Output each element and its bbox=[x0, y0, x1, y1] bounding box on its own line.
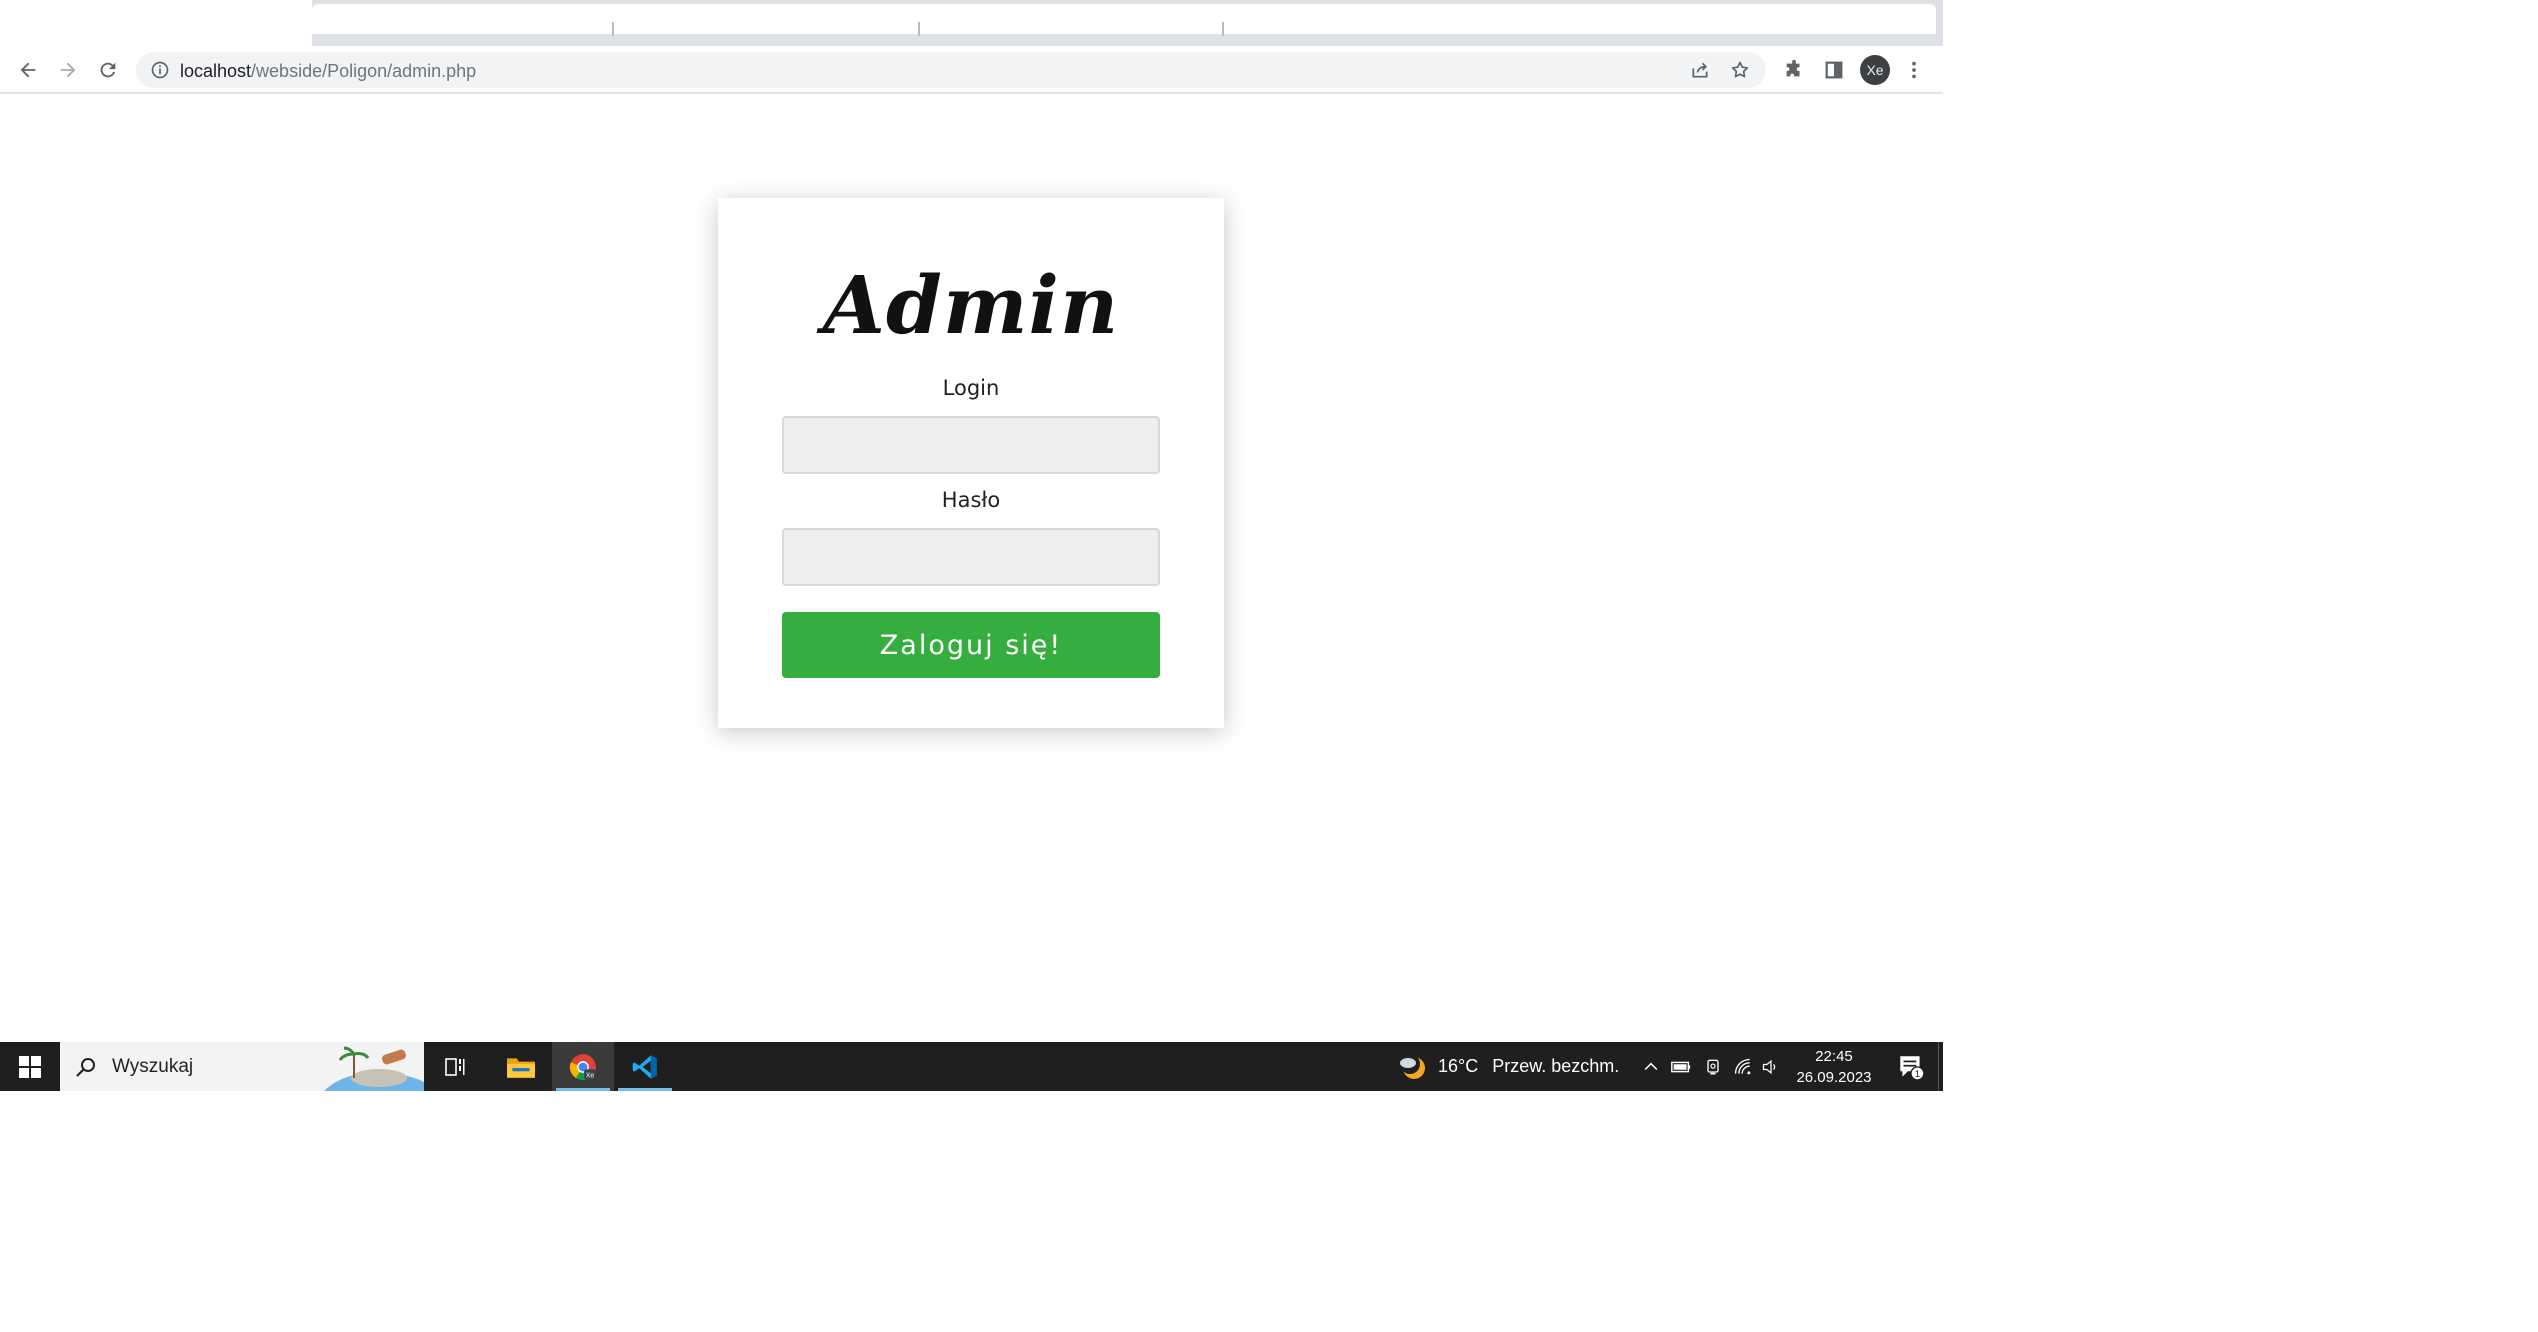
svg-text:Xe: Xe bbox=[586, 1072, 595, 1079]
tab-separator bbox=[1222, 22, 1224, 36]
tab-strip-edge bbox=[1936, 0, 1943, 46]
task-view-icon bbox=[445, 1057, 465, 1076]
show-desktop-button[interactable] bbox=[1938, 1042, 1943, 1091]
share-button[interactable] bbox=[1688, 58, 1712, 82]
weather-widget[interactable]: 16°C Przew. bezchm. bbox=[1396, 1042, 1619, 1091]
url-host: localhost bbox=[180, 61, 252, 81]
page-viewport: Admin Login Hasło Zaloguj się! bbox=[0, 96, 1943, 1042]
bookmark-button[interactable] bbox=[1728, 58, 1752, 82]
arrow-right-icon bbox=[60, 62, 76, 78]
windows-icon bbox=[19, 1055, 41, 1078]
reload-icon bbox=[100, 62, 116, 78]
tab-strip bbox=[0, 0, 1943, 46]
tab-separator bbox=[612, 22, 614, 36]
volume-icon bbox=[1762, 1059, 1776, 1075]
clock-time: 22:45 bbox=[1815, 1048, 1853, 1065]
menu-button[interactable] bbox=[1898, 54, 1930, 86]
vscode-icon bbox=[632, 1054, 657, 1079]
vscode-taskbar-button[interactable] bbox=[614, 1042, 676, 1091]
star-icon bbox=[1731, 61, 1749, 78]
share-icon bbox=[1692, 62, 1708, 78]
notification-count: 1 bbox=[1915, 1069, 1920, 1080]
url-text[interactable]: localhost/webside/Poligon/admin.php bbox=[180, 61, 476, 82]
notification-icon: 1 bbox=[1900, 1055, 1925, 1080]
network-tray-button[interactable] bbox=[1730, 1054, 1756, 1080]
browser-toolbar: localhost/webside/Poligon/admin.php bbox=[0, 46, 1943, 94]
profile-avatar[interactable]: Xe bbox=[1860, 55, 1890, 85]
weather-description: Przew. bezchm. bbox=[1492, 1056, 1620, 1076]
info-icon[interactable] bbox=[150, 60, 170, 80]
login-label: Login bbox=[942, 376, 1000, 400]
volume-tray-button[interactable] bbox=[1758, 1054, 1784, 1080]
tab-strip-area bbox=[312, 4, 1936, 34]
file-explorer-button[interactable] bbox=[490, 1042, 552, 1091]
search-placeholder: Wyszukaj bbox=[112, 1056, 194, 1077]
side-panel-icon bbox=[1825, 61, 1843, 79]
wifi-icon bbox=[1734, 1058, 1751, 1075]
taskbar: Wyszukaj Xe 16°C Przew. bezchm. 22:45 26… bbox=[0, 1042, 1943, 1091]
active-indicator bbox=[556, 1088, 610, 1091]
login-input[interactable] bbox=[782, 416, 1160, 474]
battery-tray-button[interactable] bbox=[1668, 1054, 1694, 1080]
more-vert-icon bbox=[1912, 61, 1916, 79]
extensions-button[interactable] bbox=[1778, 54, 1810, 86]
show-hidden-icons-button[interactable] bbox=[1638, 1054, 1664, 1080]
page-title: Admin bbox=[822, 258, 1120, 352]
search-icon bbox=[76, 1058, 95, 1077]
login-card: Admin Login Hasło Zaloguj się! bbox=[718, 198, 1224, 728]
url-path: /webside/Poligon/admin.php bbox=[251, 61, 477, 81]
battery-icon bbox=[1671, 1061, 1691, 1073]
puzzle-icon bbox=[1786, 59, 1800, 77]
notifications-button[interactable]: 1 bbox=[1886, 1042, 1936, 1091]
taskbar-search[interactable]: Wyszukaj bbox=[60, 1042, 424, 1091]
login-button[interactable]: Zaloguj się! bbox=[782, 612, 1160, 678]
start-button[interactable] bbox=[0, 1042, 60, 1091]
moon-cloud-icon bbox=[1400, 1053, 1425, 1079]
address-bar[interactable]: localhost/webside/Poligon/admin.php bbox=[136, 52, 1766, 88]
search-highlight-image bbox=[324, 1042, 424, 1091]
tab-active[interactable] bbox=[0, 0, 312, 46]
clock[interactable]: 22:45 26.09.2023 bbox=[1786, 1046, 1882, 1088]
chrome-icon: Xe bbox=[569, 1053, 596, 1080]
side-panel-button[interactable] bbox=[1818, 54, 1850, 86]
file-explorer-icon bbox=[507, 1057, 535, 1078]
clock-date: 26.09.2023 bbox=[1796, 1069, 1872, 1086]
password-label: Hasło bbox=[941, 488, 1001, 512]
chevron-up-icon bbox=[1644, 1062, 1658, 1071]
password-input[interactable] bbox=[782, 528, 1160, 586]
device-icon bbox=[1707, 1059, 1719, 1075]
chrome-taskbar-button[interactable]: Xe bbox=[552, 1042, 614, 1091]
task-view-button[interactable] bbox=[424, 1042, 486, 1091]
arrow-left-icon bbox=[20, 62, 36, 78]
device-tray-button[interactable] bbox=[1700, 1054, 1726, 1080]
running-indicator bbox=[618, 1088, 672, 1091]
tab-separator bbox=[918, 22, 920, 36]
reload-button[interactable] bbox=[92, 54, 124, 86]
screen: localhost/webside/Poligon/admin.php Xe A… bbox=[0, 0, 1943, 1091]
back-button[interactable] bbox=[12, 54, 44, 86]
weather-temperature: 16°C bbox=[1438, 1056, 1479, 1076]
forward-button[interactable] bbox=[52, 54, 84, 86]
